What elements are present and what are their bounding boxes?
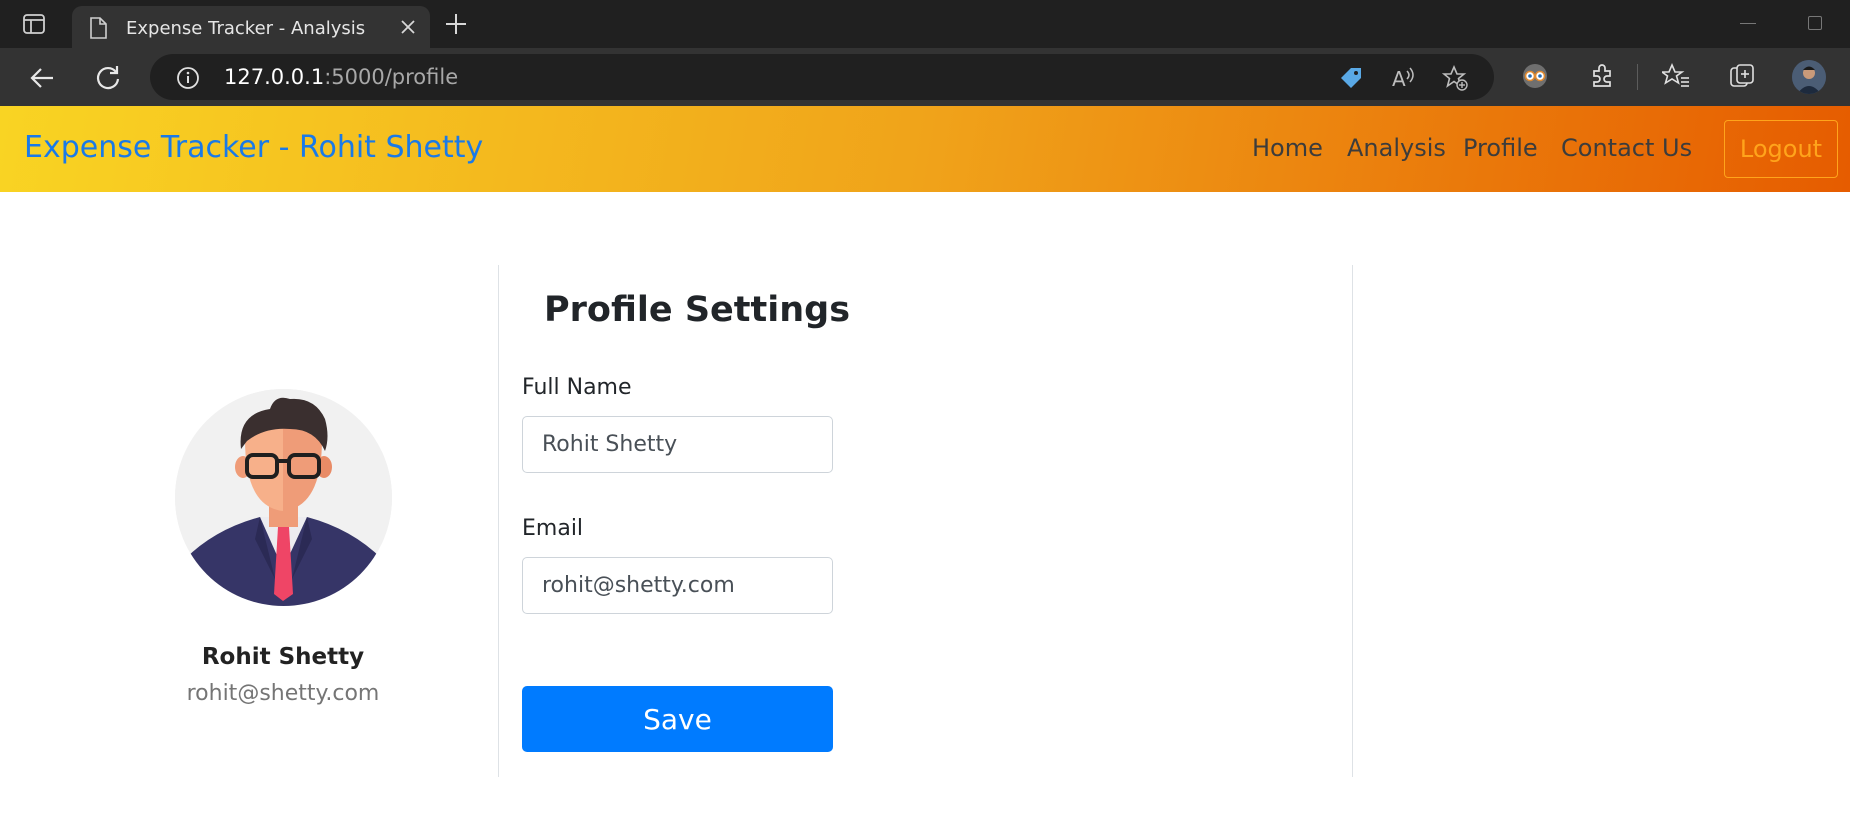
minimize-icon[interactable] [1740,23,1756,24]
logout-button[interactable]: Logout [1724,120,1838,178]
favorites-icon[interactable] [1659,62,1690,90]
url-path: :5000/profile [324,65,459,89]
back-icon[interactable] [28,64,56,92]
page-icon [88,17,108,39]
extensions-icon[interactable] [1588,62,1616,90]
email-label: Email [522,516,584,541]
column-divider-left [498,265,499,777]
browser-tab[interactable]: Expense Tracker - Analysis [72,6,430,48]
full-name-label: Full Name [522,375,632,400]
nav-profile[interactable]: Profile [1463,134,1538,162]
maximize-icon[interactable] [1808,16,1822,30]
reload-icon[interactable] [94,64,122,92]
add-favorite-icon[interactable] [1441,64,1468,91]
tag-icon[interactable] [1338,65,1364,91]
sidebar-icon[interactable] [22,12,46,36]
address-bar[interactable]: 127.0.0.1:5000/profile A [150,54,1494,100]
nav-contact-us[interactable]: Contact Us [1561,134,1692,162]
info-icon[interactable] [176,66,200,90]
brand-title[interactable]: Expense Tracker - Rohit Shetty [24,130,483,165]
settings-title: Profile Settings [544,290,851,330]
extension-glasses-icon[interactable] [1521,62,1549,90]
collections-icon[interactable] [1728,62,1756,90]
save-button[interactable]: Save [522,686,833,752]
profile-email: rohit@shetty.com [186,681,380,706]
site-navbar: Expense Tracker - Rohit Shetty Home Anal… [0,106,1850,192]
url-text[interactable]: 127.0.0.1:5000/profile [224,65,458,89]
new-tab-icon[interactable] [444,12,468,36]
tab-title: Expense Tracker - Analysis [126,18,366,39]
read-aloud-icon[interactable]: A [1390,65,1416,91]
browser-tab-bar: Expense Tracker - Analysis [0,0,1850,48]
full-name-input[interactable] [522,416,833,473]
email-input[interactable] [522,557,833,614]
profile-avatar[interactable] [1792,60,1826,94]
browser-address-bar: 127.0.0.1:5000/profile A [0,48,1850,106]
close-icon[interactable] [398,17,418,37]
nav-home[interactable]: Home [1252,134,1323,162]
column-divider-right [1352,265,1353,777]
url-host: 127.0.0.1 [224,65,325,89]
svg-text:A: A [1392,67,1406,91]
nav-analysis[interactable]: Analysis [1347,134,1446,162]
profile-name: Rohit Shetty [201,644,365,670]
toolbar-separator [1637,64,1638,90]
avatar [175,389,392,606]
